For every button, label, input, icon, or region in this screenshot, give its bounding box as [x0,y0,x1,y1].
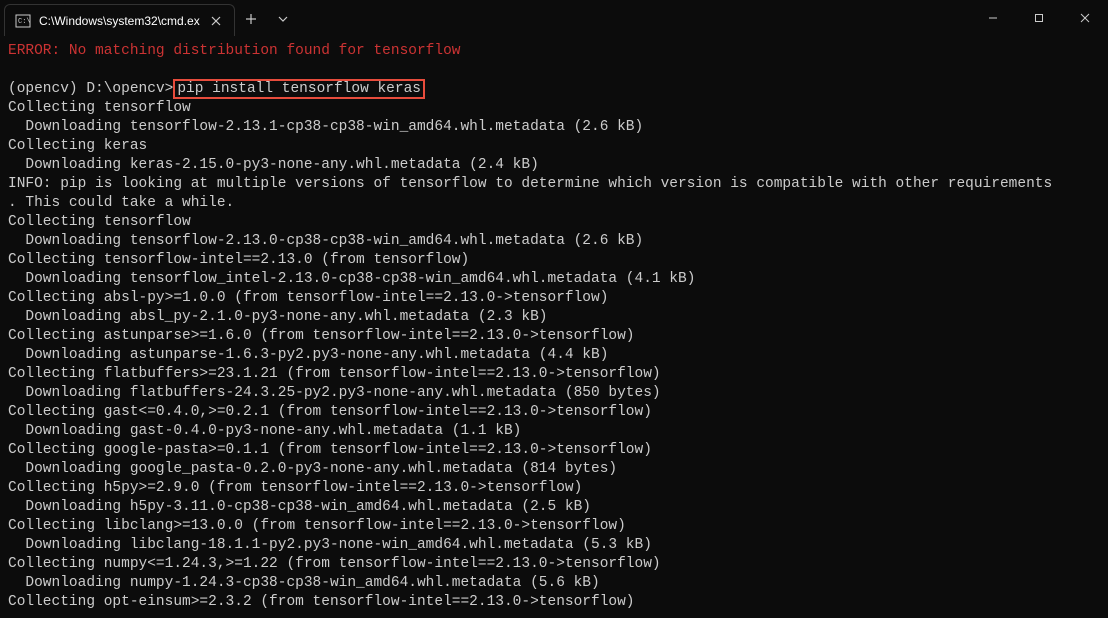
output-line: Downloading h5py-3.11.0-cp38-cp38-win_am… [8,499,591,515]
output-line: Downloading tensorflow-2.13.1-cp38-cp38-… [8,119,643,135]
output-line: Downloading tensorflow-2.13.0-cp38-cp38-… [8,233,643,249]
output-line: Collecting numpy<=1.24.3,>=1.22 (from te… [8,556,661,572]
window-controls [970,0,1108,36]
output-line: Collecting tensorflow-intel==2.13.0 (fro… [8,252,469,268]
output-line: Collecting opt-einsum>=2.3.2 (from tenso… [8,594,635,610]
output-line: Downloading absl_py-2.1.0-py3-none-any.w… [8,309,548,325]
prompt-path: D:\opencv> [86,81,173,97]
output-line: Collecting absl-py>=1.0.0 (from tensorfl… [8,290,608,306]
minimize-button[interactable] [970,0,1016,36]
output-line: Downloading tensorflow_intel-2.13.0-cp38… [8,271,695,287]
tab-cmd[interactable]: C:\ C:\Windows\system32\cmd.ex [4,4,235,36]
error-line: ERROR: No matching distribution found fo… [8,43,460,59]
output-line: Downloading libclang-18.1.1-py2.py3-none… [8,537,652,553]
output-line: Downloading flatbuffers-24.3.25-py2.py3-… [8,385,661,401]
output-line: Downloading numpy-1.24.3-cp38-cp38-win_a… [8,575,600,591]
output-line: Collecting flatbuffers>=23.1.21 (from te… [8,366,661,382]
output-line: Collecting astunparse>=1.6.0 (from tenso… [8,328,635,344]
svg-text:C:\: C:\ [18,18,31,26]
new-tab-button[interactable] [235,3,267,35]
terminal-output[interactable]: ERROR: No matching distribution found fo… [0,36,1108,618]
output-line: Downloading gast-0.4.0-py3-none-any.whl.… [8,423,521,439]
command-highlight: pip install tensorflow keras [173,79,425,99]
output-line: Collecting h5py>=2.9.0 (from tensorflow-… [8,480,582,496]
close-icon[interactable] [208,13,224,29]
titlebar: C:\ C:\Windows\system32\cmd.ex [0,0,1108,36]
tab-title: C:\Windows\system32\cmd.ex [39,14,200,28]
output-line: Collecting keras [8,138,147,154]
command-text: pip install tensorflow keras [177,81,421,97]
maximize-button[interactable] [1016,0,1062,36]
tab-dropdown-button[interactable] [267,3,299,35]
output-line: Collecting google-pasta>=0.1.1 (from ten… [8,442,652,458]
output-line: INFO: pip is looking at multiple version… [8,176,1052,192]
output-line: Collecting gast<=0.4.0,>=0.2.1 (from ten… [8,404,652,420]
output-line: Collecting tensorflow [8,100,191,116]
close-button[interactable] [1062,0,1108,36]
prompt-env: (opencv) [8,81,86,97]
output-line: Downloading astunparse-1.6.3-py2.py3-non… [8,347,608,363]
titlebar-left: C:\ C:\Windows\system32\cmd.ex [0,0,299,36]
cmd-icon: C:\ [15,13,31,29]
output-line: Downloading google_pasta-0.2.0-py3-none-… [8,461,617,477]
output-line: . This could take a while. [8,195,234,211]
output-line: Downloading keras-2.15.0-py3-none-any.wh… [8,157,539,173]
output-line: Collecting tensorflow [8,214,191,230]
output-line: Collecting libclang>=13.0.0 (from tensor… [8,518,626,534]
